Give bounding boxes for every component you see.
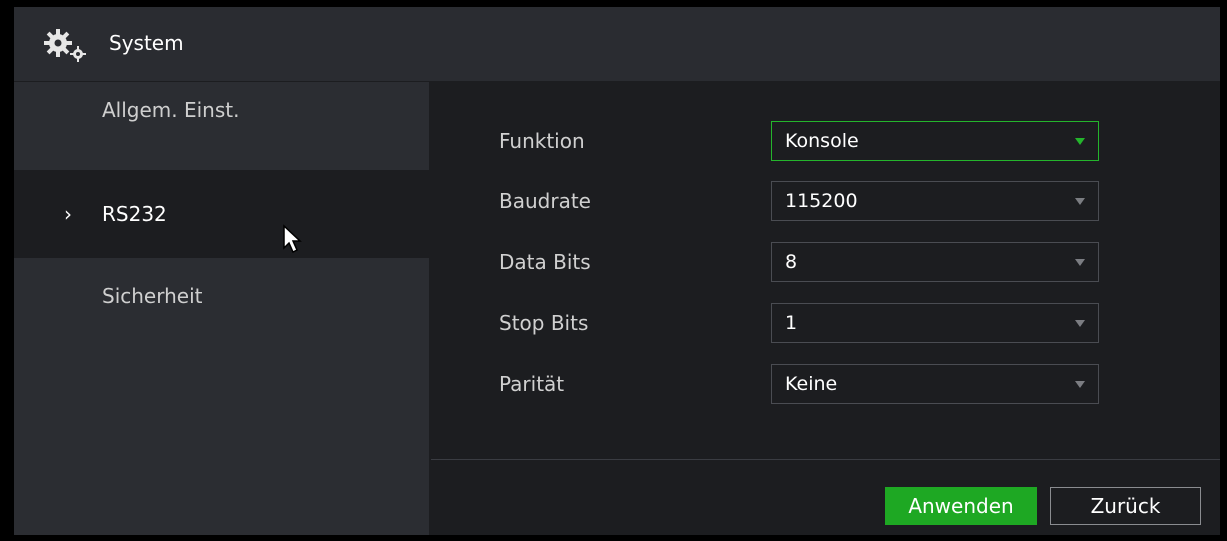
paritaet-row: Parität Keine bbox=[431, 364, 1220, 404]
baudrate-select[interactable]: 115200 bbox=[771, 181, 1099, 221]
window-title: System bbox=[109, 31, 184, 55]
rs232-settings-panel: Funktion Konsole Baudrate 115200 Data Bi… bbox=[431, 82, 1220, 460]
sidebar: Allgem. Einst. › RS232 Sicherheit bbox=[14, 82, 429, 535]
button-bar: Anwenden Zurück bbox=[431, 459, 1220, 535]
dropdown-arrow-icon bbox=[1075, 198, 1085, 205]
databits-select[interactable]: 8 bbox=[771, 242, 1099, 282]
sidebar-item-allgem-einst[interactable]: Allgem. Einst. bbox=[14, 82, 429, 170]
baudrate-label: Baudrate bbox=[499, 189, 591, 213]
databits-value: 8 bbox=[785, 251, 798, 273]
stopbits-select[interactable]: 1 bbox=[771, 303, 1099, 343]
baudrate-row: Baudrate 115200 bbox=[431, 181, 1220, 221]
databits-label: Data Bits bbox=[499, 250, 591, 274]
stopbits-row: Stop Bits 1 bbox=[431, 303, 1220, 343]
dropdown-arrow-icon bbox=[1075, 138, 1085, 145]
sidebar-item-label: RS232 bbox=[102, 202, 167, 226]
sidebar-item-label: Sicherheit bbox=[102, 284, 203, 308]
databits-row: Data Bits 8 bbox=[431, 242, 1220, 282]
funktion-row: Funktion Konsole bbox=[431, 121, 1220, 161]
stopbits-value: 1 bbox=[785, 312, 798, 334]
sidebar-item-label: Allgem. Einst. bbox=[102, 98, 240, 122]
paritaet-label: Parität bbox=[499, 372, 565, 396]
baudrate-value: 115200 bbox=[785, 190, 858, 212]
funktion-value: Konsole bbox=[785, 130, 859, 152]
apply-button[interactable]: Anwenden bbox=[885, 487, 1037, 525]
dropdown-arrow-icon bbox=[1075, 381, 1085, 388]
funktion-label: Funktion bbox=[499, 129, 585, 153]
back-button[interactable]: Zurück bbox=[1050, 487, 1201, 525]
sidebar-item-rs232[interactable]: › RS232 bbox=[14, 170, 429, 258]
sidebar-item-sicherheit[interactable]: Sicherheit bbox=[14, 268, 429, 356]
gears-icon bbox=[44, 29, 86, 62]
paritaet-value: Keine bbox=[785, 373, 838, 395]
paritaet-select[interactable]: Keine bbox=[771, 364, 1099, 404]
chevron-right-icon: › bbox=[64, 202, 72, 226]
mouse-pointer-icon bbox=[283, 224, 302, 254]
system-window: System Allgem. Einst. › RS232 Sicherheit… bbox=[14, 7, 1220, 535]
stopbits-label: Stop Bits bbox=[499, 311, 589, 335]
dropdown-arrow-icon bbox=[1075, 259, 1085, 266]
dropdown-arrow-icon bbox=[1075, 320, 1085, 327]
funktion-select[interactable]: Konsole bbox=[771, 121, 1099, 161]
